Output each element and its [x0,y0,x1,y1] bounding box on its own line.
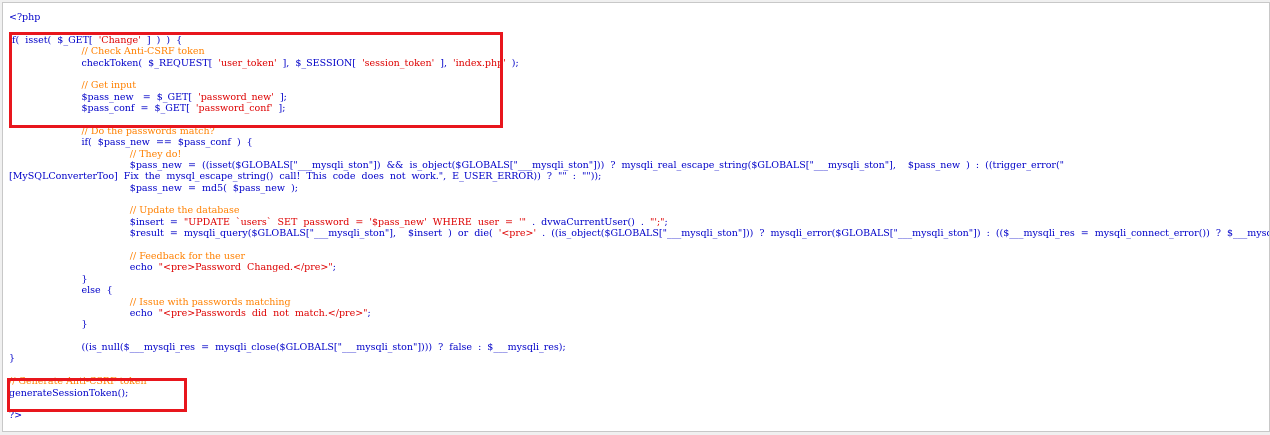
code-viewer-panel: <?php if( isset( $_GET[ 'Change' ] ) ) { … [2,2,1270,432]
code-comment: // Feedback for the user [9,250,245,262]
code-token: [MySQLConverterToo] Fix the mysql_escape… [9,171,602,183]
code-string: "';" [649,216,665,228]
code-token: $result = mysqli_query($GLOBALS["___mysq… [9,228,499,240]
code-comment: // Update the database [9,205,240,217]
code-line: if( $pass_new == $pass_conf ) { [9,137,253,149]
code-line: echo "<pre>Passwords did not match.</pre… [9,308,371,319]
code-token: . dvwaCurrentUser() . [526,216,650,228]
code-string: "UPDATE `users` SET password = '$pass_ne… [183,216,527,228]
highlight-box-generate-token [7,378,187,412]
code-token: echo [9,262,159,274]
code-token: . ((is_object($GLOBALS["___mysqli_ston"]… [536,228,1270,240]
code-token: else { [9,285,113,297]
code-string: '<pre>' [498,228,537,240]
code-line: $pass_new = ((isset($GLOBALS["___mysqli_… [9,160,1064,171]
code-line: } [9,319,88,331]
code-token: $pass_new = md5( $pass_new ); [9,182,298,194]
code-token: <?php [9,12,41,23]
code-string: "<pre>Password Changed.</pre>" [158,262,333,274]
code-token: ; [664,216,668,228]
code-line: echo "<pre>Password Changed.</pre>"; [9,262,336,273]
code-comment: // Issue with passwords matching [9,296,291,308]
code-token: ; [367,307,371,319]
code-token: } [9,273,88,285]
code-line: // Feedback for the user [9,251,245,262]
code-line: $result = mysqli_query($GLOBALS["___mysq… [9,228,1270,240]
code-token: echo [9,307,159,319]
code-token: $pass_new = ((isset($GLOBALS["___mysqli_… [9,159,1065,171]
code-line: <?php [9,12,40,23]
code-line: } [9,353,15,364]
code-line: // They do! [9,148,182,160]
code-line: // Update the database [9,205,240,216]
highlight-box-token-check [9,32,503,128]
code-line: $insert = "UPDATE `users` SET password =… [9,217,668,228]
code-line: else { [9,285,113,297]
code-token: ); [505,57,519,69]
code-string: "<pre>Passwords did not match.</pre>" [158,307,368,319]
code-line: ((is_null($___mysqli_res = mysqli_close(… [9,342,566,354]
code-token: $insert = [9,216,184,228]
code-line: $pass_new = md5( $pass_new ); [9,183,298,194]
code-token: } [9,353,16,365]
code-line: [MySQLConverterToo] Fix the mysql_escape… [9,171,601,182]
code-line: // Issue with passwords matching [9,297,291,308]
code-token: } [9,319,88,331]
code-token: ; [332,262,336,274]
code-token: ((is_null($___mysqli_res = mysqli_close(… [9,342,566,354]
code-token: if( $pass_new == $pass_conf ) { [9,137,253,149]
code-comment: // They do! [9,148,182,160]
code-line: } [9,273,88,285]
